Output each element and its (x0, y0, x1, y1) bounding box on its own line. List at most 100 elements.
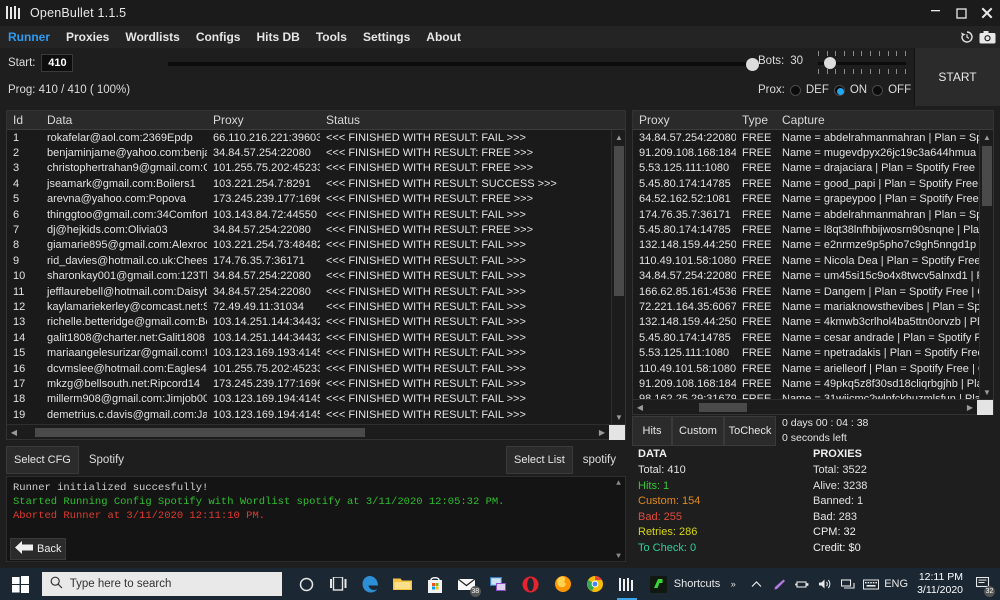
hit-row[interactable]: 72.221.164.35:60670 FREE Name = mariaknows… (633, 299, 993, 314)
hits-scroll-down-icon[interactable]: ▼ (980, 385, 993, 399)
back-button[interactable]: Back (10, 538, 66, 560)
openbullet-icon[interactable] (612, 568, 642, 600)
menu-item-about[interactable]: About (418, 26, 469, 48)
edge-icon[interactable] (356, 568, 386, 600)
table-row[interactable]: 16 dcvmslee@hotmail.com:Eagles40 101.255.7… (7, 361, 625, 376)
table-row[interactable]: 1 rokafelar@aol.com:2369Epdp 66.110.216.22… (7, 130, 625, 145)
menu-item-runner[interactable]: Runner (0, 26, 58, 48)
table-row[interactable]: 17 mkzg@bellsouth.net:Ripcord14 173.245.23… (7, 376, 625, 391)
log-console[interactable]: Runner initialized succesfully! Started R… (6, 476, 626, 562)
taskbar-search-box[interactable]: Type here to search (41, 572, 282, 596)
start-menu-button[interactable] (0, 568, 42, 600)
hit-row[interactable]: 34.84.57.254:22080 FREE Name = abdelrahman… (633, 130, 993, 145)
minimize-button[interactable] (922, 0, 948, 26)
column-header-hit-type[interactable]: Type (736, 113, 776, 127)
table-row[interactable]: 5 arevna@yahoo.com:Popova 173.245.239.177:… (7, 192, 625, 207)
table-row[interactable]: 19 demetrius.c.davis@gmail.com:Jasmi 103.1… (7, 407, 625, 422)
opera-icon[interactable] (516, 568, 546, 600)
prox-radio-on[interactable] (833, 84, 845, 96)
network-icon[interactable] (838, 568, 858, 600)
scroll-left-icon[interactable]: ◀ (7, 425, 21, 440)
putty-icon[interactable] (644, 568, 674, 600)
hits-scroll-up-icon[interactable]: ▲ (980, 130, 993, 144)
start-input[interactable]: 410 (41, 54, 74, 72)
prox-radio-def[interactable] (789, 84, 801, 96)
shortcuts-label[interactable]: Shortcuts (674, 578, 720, 590)
hit-row[interactable]: 98.162.25.29:31679FREEName = 31wjicmc2wl… (633, 392, 993, 399)
hit-row[interactable]: 91.209.108.168:18421 FREE Name = 49pkq5z8f… (633, 376, 993, 391)
hit-row[interactable]: 5.45.80.174:14785 FREE Name = cesar andrad… (633, 330, 993, 345)
mail-icon[interactable]: 38 (452, 568, 482, 600)
bots-slider-thumb[interactable] (824, 57, 836, 69)
hit-row[interactable]: 110.49.101.58:1080 FREE Name = Nicola Dea … (633, 253, 993, 268)
firefox-icon[interactable] (548, 568, 578, 600)
menu-item-hits-db[interactable]: Hits DB (248, 26, 307, 48)
log-scrollbar[interactable]: ▲ ▼ (612, 477, 625, 561)
select-list-button[interactable]: Select List (506, 446, 573, 474)
task-view-icon[interactable] (324, 568, 354, 600)
action-center-icon[interactable]: 32 (972, 568, 996, 600)
hits-horizontal-scroll-track[interactable] (647, 400, 963, 415)
table-row[interactable]: 13 richelle.betteridge@gmail.com:Betti 103… (7, 315, 625, 330)
close-button[interactable] (974, 0, 1000, 26)
hit-row[interactable]: 110.49.101.58:1080 FREE Name = arielleorf … (633, 361, 993, 376)
chevron-up-icon[interactable] (746, 568, 766, 600)
column-header-id[interactable]: Id (7, 113, 41, 127)
hits-grid-horizontal-scrollbar[interactable]: ◀ ▶ (633, 399, 993, 415)
column-header-hit-capture[interactable]: Capture (776, 113, 993, 127)
table-row[interactable]: 14 galit1808@charter.net:Galit1808 103.14.… (7, 330, 625, 345)
file-explorer-icon[interactable] (388, 568, 418, 600)
tab-tocheck[interactable]: ToCheck (724, 416, 776, 446)
table-row[interactable]: 9 rid_davies@hotmail.co.uk:Cheesecal 174.7… (7, 253, 625, 268)
column-header-data[interactable]: Data (41, 113, 207, 127)
start-button[interactable]: START (914, 48, 1000, 106)
bots-slider[interactable] (818, 50, 906, 78)
hit-row[interactable]: 132.148.159.44:25043 FREE Name = 4kmwb3crl… (633, 315, 993, 330)
table-row[interactable]: 2 benjaminjame@yahoo.com:benjam 34.84.57.2… (7, 145, 625, 160)
hits-scroll-right-icon[interactable]: ▶ (963, 400, 977, 415)
table-row[interactable]: 7 dj@hejkids.com:Olivia03 34.84.57.254:220… (7, 222, 625, 237)
hit-row[interactable]: 91.209.108.168:18421 FREE Name = mugevdpyx… (633, 145, 993, 160)
keyboard-icon[interactable] (861, 568, 881, 600)
hit-row[interactable]: 166.62.85.161:45365 FREE Name = Dangem | P… (633, 284, 993, 299)
table-row[interactable]: 18 millerm908@gmail.com:Jimjob00 103.123.1… (7, 392, 625, 407)
table-row[interactable]: 3 christophertrahan9@gmail.com:Cra 101.255… (7, 161, 625, 176)
menu-item-settings[interactable]: Settings (355, 26, 418, 48)
tab-custom[interactable]: Custom (672, 416, 724, 446)
hit-row[interactable]: 64.52.162.52:1081 FREE Name = grapeypoo | … (633, 192, 993, 207)
hit-row[interactable]: 5.53.125.111:1080 FREE Name = drajaciara |… (633, 161, 993, 176)
chrome-icon[interactable] (580, 568, 610, 600)
table-row[interactable]: 4 jseamark@gmail.com:Boilers1 103.221.254.… (7, 176, 625, 191)
overflow-chevrons-icon[interactable]: » (723, 568, 743, 600)
table-row[interactable]: 12 kaylamariekerley@comcast.net:Stev 72.49… (7, 299, 625, 314)
hits-grid-vertical-scrollbar[interactable]: ▲ ▼ (979, 130, 993, 399)
horizontal-scroll-thumb[interactable] (35, 427, 365, 437)
menu-item-wordlists[interactable]: Wordlists (117, 26, 187, 48)
menu-item-proxies[interactable]: Proxies (58, 26, 117, 48)
scroll-down-icon[interactable]: ▼ (612, 410, 625, 424)
usb-icon[interactable] (792, 568, 812, 600)
hits-horizontal-scroll-thumb[interactable] (699, 402, 747, 412)
table-row[interactable]: 11 jefflaurebell@hotmail.com:Daisybor 34.8… (7, 284, 625, 299)
log-scroll-up-icon[interactable]: ▲ (612, 477, 625, 490)
hits-scroll-left-icon[interactable]: ◀ (633, 400, 647, 415)
scroll-right-icon[interactable]: ▶ (595, 425, 609, 440)
hit-row[interactable]: 5.53.125.111:1080 FREE Name = npetradakis … (633, 345, 993, 360)
table-row[interactable]: 10 sharonkay001@gmail.com:123Thise 34.84.5… (7, 269, 625, 284)
table-row[interactable]: 6 thinggtoo@gmail.com:34Comfort 103.143.84… (7, 207, 625, 222)
hit-row[interactable]: 5.45.80.174:14785 FREE Name = good_papi | … (633, 176, 993, 191)
taskbar-clock[interactable]: 12:11 PM 3/11/2020 (911, 571, 969, 597)
language-indicator[interactable]: ENG (884, 578, 908, 590)
menu-item-tools[interactable]: Tools (308, 26, 355, 48)
history-reset-icon[interactable] (959, 29, 975, 45)
runner-grid-vertical-scrollbar[interactable]: ▲ ▼ (611, 130, 625, 424)
horizontal-scroll-track[interactable] (21, 425, 595, 440)
hit-row[interactable]: 34.84.57.254:22080 FREE Name = um45si15c9o… (633, 269, 993, 284)
column-header-proxy[interactable]: Proxy (207, 113, 320, 127)
volume-icon[interactable] (815, 568, 835, 600)
remote-desktop-icon[interactable] (484, 568, 514, 600)
start-position-slider[interactable] (168, 56, 760, 72)
hit-row[interactable]: 132.148.159.44:25043 FREE Name = e2nrmze9p… (633, 238, 993, 253)
prox-radio-off[interactable] (872, 84, 884, 96)
column-header-hit-proxy[interactable]: Proxy (633, 113, 736, 127)
